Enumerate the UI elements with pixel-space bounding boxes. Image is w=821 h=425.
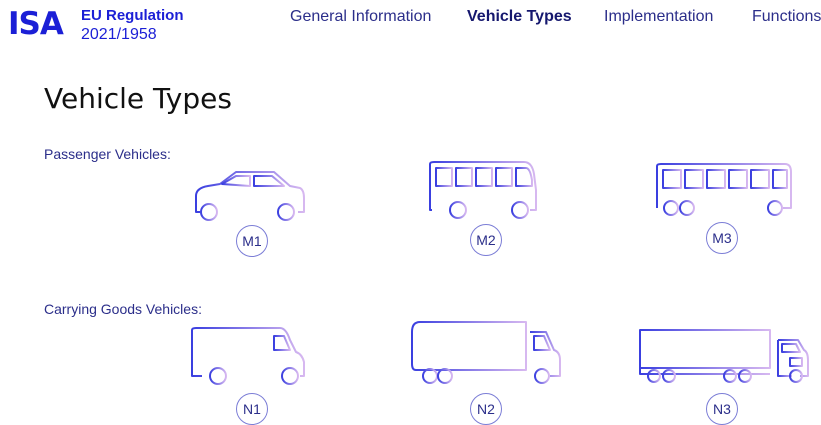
car-icon bbox=[195, 171, 305, 221]
vehicle-n3[interactable]: N3 bbox=[636, 328, 812, 425]
semi-truck-icon bbox=[639, 329, 809, 383]
isa-logo[interactable]: ISA bbox=[8, 6, 64, 42]
vehicle-n1[interactable]: N1 bbox=[190, 326, 306, 425]
bus-icon bbox=[656, 163, 792, 216]
nav-vehicle-types[interactable]: Vehicle Types bbox=[467, 8, 572, 26]
nav-functions[interactable]: Functions bbox=[752, 8, 821, 26]
badge-m2: M2 bbox=[470, 224, 502, 256]
badge-n1: N1 bbox=[236, 393, 268, 425]
vehicle-n2[interactable]: N2 bbox=[410, 320, 562, 425]
page-title: Vehicle Types bbox=[44, 82, 232, 115]
badge-m3: M3 bbox=[706, 222, 738, 254]
top-header: ISA EU Regulation 2021/1958 General Info… bbox=[0, 0, 821, 50]
nav-general-information[interactable]: General Information bbox=[290, 8, 431, 26]
badge-n3: N3 bbox=[706, 393, 738, 425]
regulation-title: EU Regulation bbox=[81, 7, 184, 24]
truck-icon bbox=[411, 321, 561, 384]
badge-m1: M1 bbox=[236, 225, 268, 257]
section-label-goods: Carrying Goods Vehicles: bbox=[44, 301, 202, 317]
van-icon bbox=[191, 327, 305, 385]
vehicle-m1[interactable]: M1 bbox=[194, 168, 306, 257]
nav-functions-clip: Functions bbox=[752, 0, 821, 40]
regulation-number: 2021/1958 bbox=[81, 26, 157, 43]
minibus-icon bbox=[429, 161, 537, 219]
section-label-passenger: Passenger Vehicles: bbox=[44, 146, 171, 162]
badge-n2: N2 bbox=[470, 393, 502, 425]
nav-implementation[interactable]: Implementation bbox=[604, 8, 713, 26]
vehicle-m2[interactable]: M2 bbox=[428, 160, 538, 256]
vehicle-m3[interactable]: M3 bbox=[655, 162, 793, 254]
